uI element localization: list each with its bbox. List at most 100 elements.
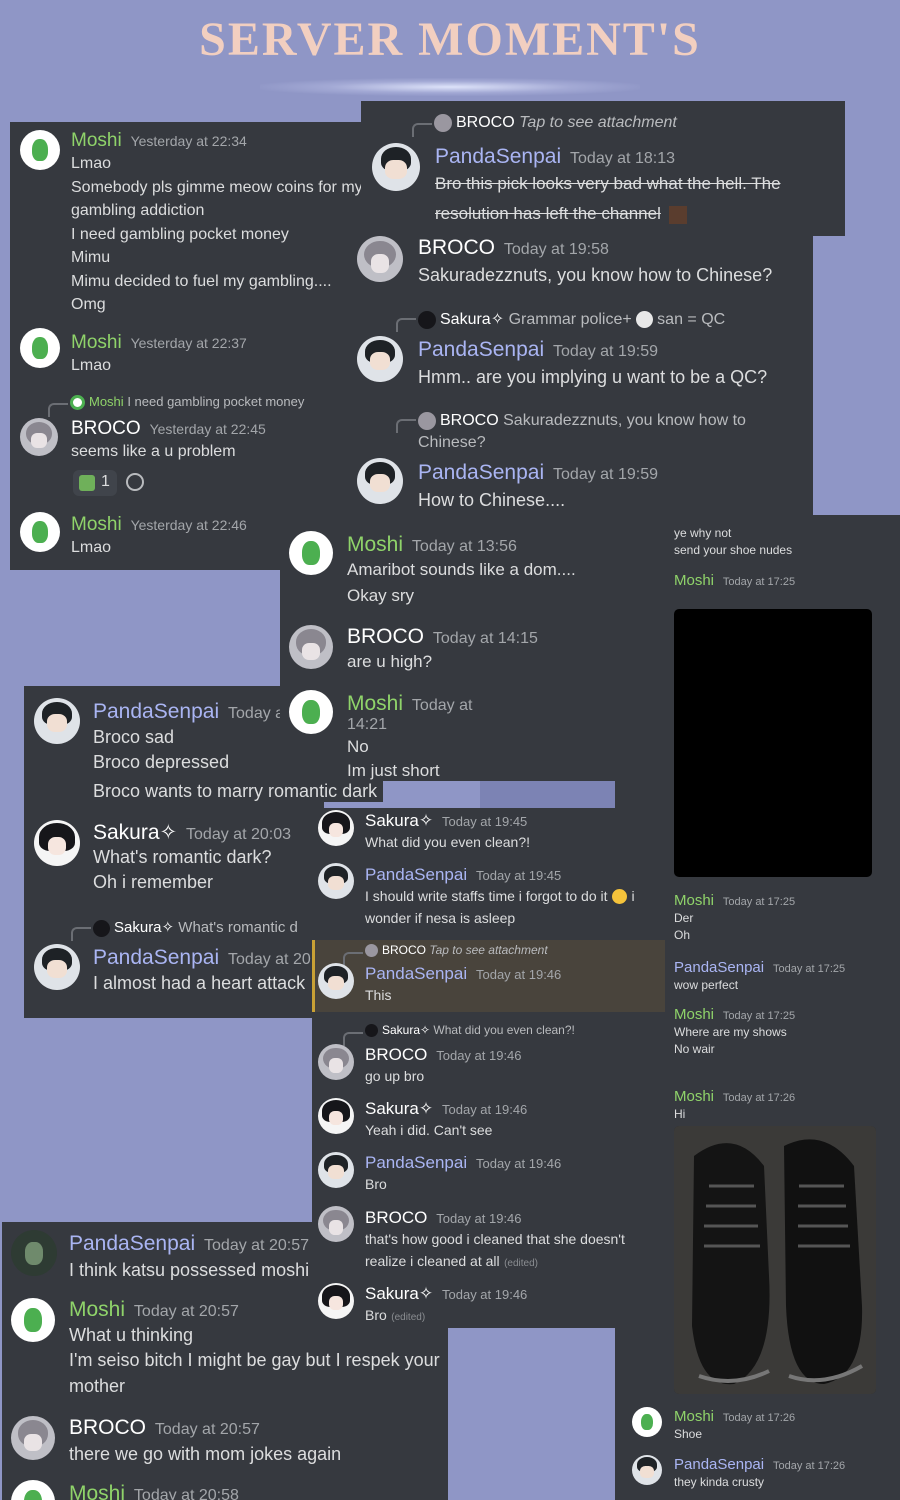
avatar[interactable] (34, 820, 80, 866)
chat-panel-b-body: BROCO Today at 19:58 Sakuradezznuts, you… (345, 236, 813, 528)
reaction-chip[interactable]: 1 (73, 470, 117, 496)
avatar[interactable] (20, 418, 58, 456)
avatar[interactable] (318, 863, 354, 899)
message-text: Lmao (71, 155, 112, 172)
reply-username: BROCO (456, 114, 515, 132)
highlighted-message[interactable]: BROCO Tap to see attachment PandaSenpai … (312, 940, 665, 1012)
username[interactable]: Moshi (674, 572, 714, 589)
avatar[interactable] (11, 1230, 57, 1276)
username[interactable]: Moshi (69, 1482, 125, 1500)
message: ye why not send your shoe nudes (674, 525, 792, 559)
username[interactable]: PandaSenpai (365, 865, 467, 884)
message-text: Broco wants to marry romantic dark (93, 781, 378, 801)
username[interactable]: Moshi (71, 130, 122, 151)
message: Moshi Today at 17:25 Where are my shows … (674, 1006, 795, 1058)
avatar[interactable] (11, 1480, 55, 1500)
avatar[interactable] (318, 1044, 354, 1080)
shoe-photo-attachment[interactable] (674, 1126, 876, 1394)
reply-preview[interactable]: Sakura✧ What did you even clean?! (343, 1023, 575, 1047)
reply-preview[interactable]: Sakura✧ Grammar police+ san = QC (395, 309, 725, 332)
username[interactable]: Moshi (674, 1006, 714, 1023)
avatar[interactable] (289, 531, 333, 575)
avatar[interactable] (357, 336, 403, 382)
avatar[interactable] (20, 328, 60, 368)
avatar[interactable] (20, 130, 60, 170)
reply-avatar (93, 919, 110, 937)
avatar[interactable] (11, 1298, 55, 1342)
reply-attachment[interactable]: Tap to see attachment (429, 943, 547, 957)
username[interactable]: Moshi (347, 533, 403, 556)
timestamp: Today at 20:57 (154, 1421, 260, 1438)
message-text: they kinda crusty (674, 1475, 765, 1489)
timestamp: Today at 17:26 (722, 1092, 796, 1104)
avatar[interactable] (632, 1455, 662, 1485)
avatar[interactable] (632, 1407, 662, 1437)
username[interactable]: PandaSenpai (365, 964, 467, 983)
reply-preview[interactable]: Moshi I need gambling pocket money (47, 394, 304, 418)
message: Sakura✧ Today at 19:45 What did you even… (365, 811, 530, 853)
username[interactable]: Sakura✧ (365, 811, 433, 830)
message: BROCO Today at 19:46 go up bro (365, 1045, 522, 1087)
avatar[interactable] (318, 810, 354, 846)
reply-text: Chinese? (418, 434, 486, 451)
username[interactable]: PandaSenpai (418, 338, 544, 361)
username[interactable]: Moshi (674, 1408, 714, 1425)
reply-avatar (418, 411, 436, 430)
timestamp: Today at 17:25 (722, 1010, 796, 1022)
reply-attachment[interactable]: Tap to see attachment (519, 114, 677, 131)
username[interactable]: PandaSenpai (418, 461, 544, 484)
message: PandaSenpai Today at 19:59 Hmm.. are you… (418, 338, 767, 392)
username[interactable]: BROCO (418, 236, 495, 259)
username[interactable]: PandaSenpai (674, 959, 764, 976)
avatar[interactable] (289, 690, 333, 734)
message: PandaSenpai Today at 17:25 wow perfect (674, 959, 845, 994)
message-text: Bro (365, 1176, 387, 1192)
avatar[interactable] (20, 512, 60, 552)
message: Moshi Yesterday at 22:34 Lmao Somebody p… (71, 130, 371, 317)
username[interactable]: PandaSenpai (93, 700, 219, 723)
avatar[interactable] (11, 1416, 55, 1460)
reply-preview[interactable]: BROCO Tap to see attachment (412, 114, 677, 138)
avatar[interactable] (318, 1152, 354, 1188)
username[interactable]: Sakura✧ (365, 1099, 433, 1118)
avatar[interactable] (34, 944, 80, 990)
username[interactable]: BROCO (69, 1416, 146, 1439)
message-text: Hi (674, 1107, 686, 1121)
username[interactable]: BROCO (347, 625, 424, 648)
avatar[interactable] (289, 625, 333, 669)
message-text: Mimu decided to fuel my gambling.... (71, 272, 332, 290)
reply-preview[interactable]: Sakura✧ What's romantic d (71, 918, 298, 941)
avatar[interactable] (357, 236, 403, 282)
avatar[interactable] (372, 143, 420, 191)
reply-preview[interactable]: BROCO Sakuradezznuts, you know how to Ch… (396, 410, 758, 454)
username[interactable]: Moshi (674, 892, 714, 909)
username[interactable]: PandaSenpai (93, 946, 219, 969)
avatar[interactable] (318, 963, 354, 999)
avatar[interactable] (318, 1098, 354, 1134)
avatar[interactable] (357, 458, 403, 504)
username[interactable]: PandaSenpai (365, 1153, 467, 1172)
username[interactable]: Moshi (71, 514, 122, 535)
timestamp: Today at 20:57 (204, 1237, 309, 1254)
username[interactable]: PandaSenpai (435, 145, 561, 168)
username[interactable]: BROCO (365, 1045, 427, 1064)
avatar[interactable] (34, 698, 80, 744)
username[interactable]: Moshi (71, 332, 122, 353)
username[interactable]: Moshi (674, 1088, 714, 1105)
timestamp: Yesterday at 22:46 (130, 517, 247, 533)
username[interactable]: PandaSenpai (674, 1456, 764, 1473)
username[interactable]: Moshi (347, 692, 403, 715)
username[interactable]: Moshi (69, 1298, 125, 1321)
add-reaction-icon[interactable] (126, 473, 144, 491)
reply-avatar (365, 1024, 378, 1038)
reply-text: Grammar police+ (508, 311, 632, 328)
edited-label: (edited) (504, 1258, 538, 1269)
black-image-attachment[interactable] (674, 609, 872, 877)
message-text: Broco depressed (93, 752, 230, 772)
username[interactable]: PandaSenpai (69, 1232, 195, 1255)
message: PandaSenpai Today at 19:46 This (365, 964, 561, 1006)
username[interactable]: BROCO (71, 418, 141, 439)
reply-preview[interactable]: BROCO Tap to see attachment (343, 943, 548, 967)
reply-username: Moshi (89, 394, 124, 409)
username[interactable]: Sakura✧ (93, 821, 177, 844)
